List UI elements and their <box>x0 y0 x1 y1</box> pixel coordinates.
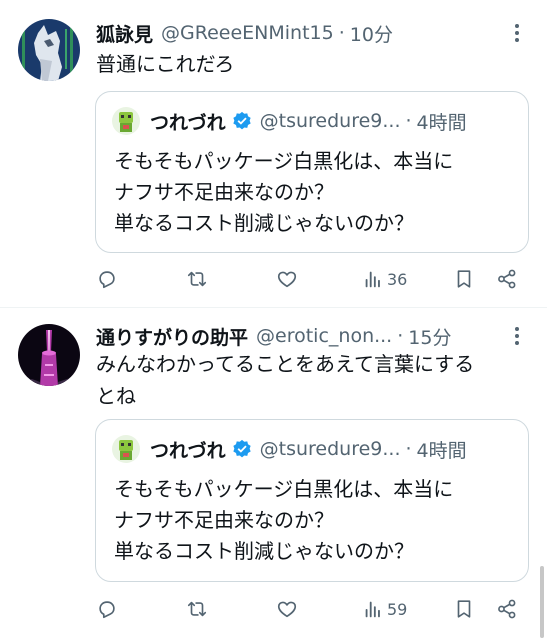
quoted-avatar <box>112 107 140 135</box>
retweet-icon <box>187 601 207 617</box>
quoted-text-line: そもそもパッケージ白黒化は、本当に <box>114 149 454 173</box>
views-icon <box>365 271 380 288</box>
share-icon <box>498 599 516 619</box>
quoted-author-name: つれづれ <box>150 111 226 134</box>
tweet[interactable]: 通りすがりの助平 @erotic_non... · 15分 みんなわかってること… <box>0 308 547 640</box>
quoted-post-time: 4時間 <box>416 439 467 462</box>
repost-button[interactable] <box>186 594 208 624</box>
quoted-text-line: ナフサ不足由来なのか？ <box>114 508 334 532</box>
views-icon <box>365 601 380 618</box>
author-handle[interactable]: @erotic_non... <box>256 325 392 347</box>
like-button[interactable] <box>276 264 298 294</box>
reply-button[interactable] <box>96 264 118 294</box>
more-icon[interactable] <box>507 321 527 351</box>
share-button[interactable] <box>496 594 518 624</box>
avatar[interactable] <box>18 324 80 386</box>
verified-icon <box>232 439 252 459</box>
bookmark-icon <box>457 600 471 618</box>
like-button[interactable] <box>276 594 298 624</box>
more-icon[interactable] <box>507 18 527 48</box>
reply-button[interactable] <box>96 594 118 624</box>
quoted-text-line: ナフサ不足由来なのか？ <box>114 180 334 204</box>
action-bar: 59 <box>96 594 524 624</box>
dot-separator: · <box>405 110 412 132</box>
tweet-header: 狐詠見 @GReeeENMint15 · 10分 <box>96 18 507 48</box>
tweet-text: みんなわかってることをあえて言葉にする とね <box>96 348 531 412</box>
reply-icon <box>99 601 115 619</box>
action-bar: 36 <box>96 264 524 294</box>
quoted-text-line: 単なるコスト削減じゃないのか？ <box>114 539 414 563</box>
tweet-text: 普通にこれだろ <box>96 48 531 80</box>
views-count: 59 <box>387 599 408 619</box>
quoted-post-time: 4時間 <box>416 111 467 134</box>
dot-separator: · <box>397 325 404 347</box>
verified-icon <box>232 111 252 131</box>
quoted-author-handle: @tsuredure9... <box>259 110 401 132</box>
author-handle[interactable]: @GReeeENMint15 <box>161 22 334 44</box>
quoted-tweet[interactable]: つれづれ @tsuredure9... · 4時間 そもそもパッケージ白黒化は、… <box>95 419 529 582</box>
dot-separator: · <box>338 22 345 44</box>
post-time[interactable]: 15分 <box>408 323 451 350</box>
views-button[interactable]: 36 <box>362 264 407 294</box>
tweet[interactable]: 狐詠見 @GReeeENMint15 · 10分 普通にこれだろ つれづれ @t… <box>0 0 547 308</box>
quoted-author-handle: @tsuredure9... <box>259 438 401 460</box>
share-icon <box>498 269 516 289</box>
reply-icon <box>99 271 115 289</box>
quoted-text-line: 単なるコスト削減じゃないのか？ <box>114 211 414 235</box>
tweet-text-line: みんなわかってることをあえて言葉にする <box>96 352 475 376</box>
quoted-tweet-header: つれづれ @tsuredure9... · 4時間 <box>112 434 514 464</box>
quoted-text-line: そもそもパッケージ白黒化は、本当に <box>114 477 454 501</box>
quoted-tweet-text: そもそもパッケージ白黒化は、本当に ナフサ不足由来なのか？ 単なるコスト削減じゃ… <box>114 474 518 567</box>
tweet-header: 通りすがりの助平 @erotic_non... · 15分 <box>96 321 507 351</box>
scrollbar-thumb[interactable] <box>540 566 544 638</box>
repost-button[interactable] <box>186 264 208 294</box>
bookmark-icon <box>457 270 471 288</box>
quoted-tweet-header: つれづれ @tsuredure9... · 4時間 <box>112 106 514 136</box>
retweet-icon <box>187 271 207 287</box>
quoted-author-name: つれづれ <box>150 439 226 462</box>
like-icon <box>277 271 297 288</box>
views-count: 36 <box>387 269 408 289</box>
views-button[interactable]: 59 <box>362 594 407 624</box>
post-time[interactable]: 10分 <box>350 20 393 47</box>
bookmark-button[interactable] <box>453 264 475 294</box>
quoted-tweet[interactable]: つれづれ @tsuredure9... · 4時間 そもそもパッケージ白黒化は、… <box>95 91 529 253</box>
author-name[interactable]: 通りすがりの助平 <box>96 323 248 350</box>
quoted-avatar <box>112 435 140 463</box>
tweet-text-line: 普通にこれだろ <box>96 52 235 76</box>
author-name[interactable]: 狐詠見 <box>96 20 153 47</box>
bookmark-button[interactable] <box>453 594 475 624</box>
quoted-tweet-text: そもそもパッケージ白黒化は、本当に ナフサ不足由来なのか？ 単なるコスト削減じゃ… <box>114 146 518 239</box>
like-icon <box>277 601 297 618</box>
share-button[interactable] <box>496 264 518 294</box>
avatar[interactable] <box>18 19 80 81</box>
dot-separator: · <box>405 438 412 460</box>
tweet-text-line: とね <box>96 384 136 408</box>
